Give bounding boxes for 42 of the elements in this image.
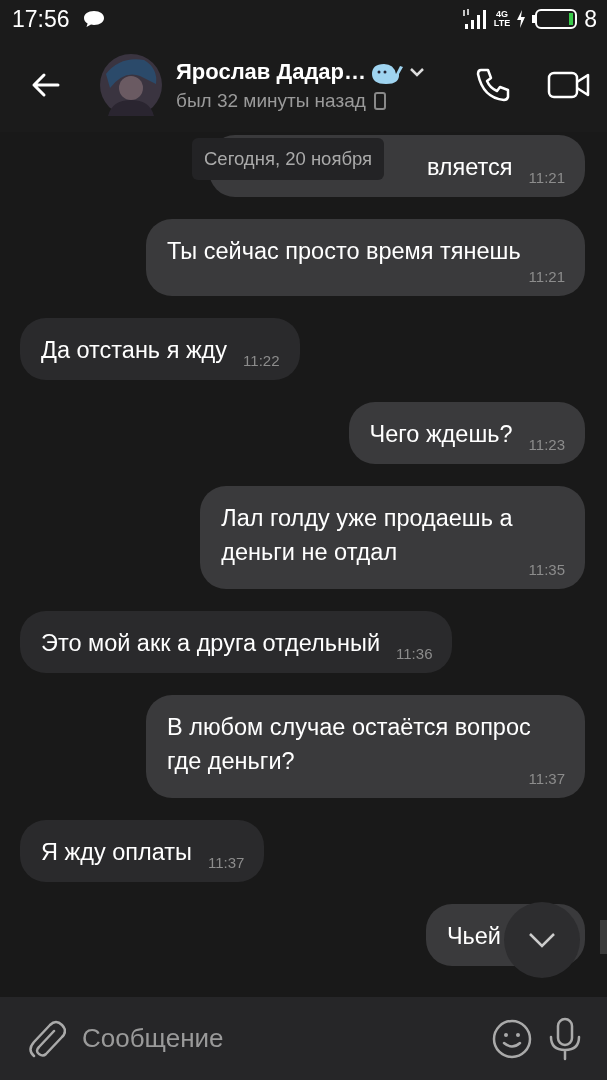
emoji-icon[interactable] bbox=[491, 1017, 533, 1060]
network-type: 4G bbox=[496, 10, 509, 19]
clock: 17:56 bbox=[12, 5, 70, 33]
message-bubble[interactable]: Да отстань я жду 11:22 bbox=[20, 318, 300, 380]
message-text: Да отстань я жду bbox=[41, 336, 228, 365]
chevron-down-icon bbox=[527, 931, 557, 949]
battery-percent: 8 bbox=[584, 5, 597, 33]
message-bubble[interactable]: Лал голду уже продаешь а деньги не отдал 11:35 bbox=[200, 486, 585, 589]
battery-icon bbox=[532, 8, 579, 30]
message-text: Это мой акк а друга отдельный bbox=[41, 629, 381, 658]
network-type: LTE bbox=[493, 19, 511, 28]
message-time: 11:21 bbox=[527, 169, 565, 186]
message-text: Лал голду уже продаешь а деньги не отдал bbox=[221, 504, 513, 567]
message-time: 11:23 bbox=[527, 436, 565, 453]
microphone-icon[interactable] bbox=[547, 1016, 583, 1061]
chat-bubble-icon bbox=[81, 9, 106, 29]
message-input-bar[interactable]: Сообщение bbox=[0, 997, 607, 1080]
contact-name[interactable]: Ярослав Дадар… bbox=[176, 59, 367, 85]
last-seen: был 32 минуты назад bbox=[176, 90, 366, 112]
message-time: 11:35 bbox=[527, 561, 565, 578]
scrollbar-thumb[interactable] bbox=[600, 920, 607, 954]
date-tooltip: Сегодня, 20 ноября bbox=[192, 138, 385, 180]
message-bubble[interactable]: В любом случае остаётся вопрос где деньги? 11:37 bbox=[146, 695, 585, 798]
avatar[interactable] bbox=[100, 54, 162, 116]
message-time: 11:21 bbox=[527, 268, 565, 285]
message-time: 11:36 bbox=[395, 645, 433, 662]
message-text: Чьей bbox=[446, 922, 501, 951]
message-bubble[interactable]: Ты сейчас просто время тянешь 11:21 bbox=[146, 219, 585, 296]
message-bubble[interactable]: Это мой акк а друга отдельный 11:36 bbox=[20, 611, 453, 673]
message-time: 11:22 bbox=[242, 352, 280, 369]
chevron-down-icon[interactable] bbox=[408, 65, 427, 79]
message-bubble[interactable]: Чего ждешь? 11:23 bbox=[348, 402, 585, 464]
message-time: 11:37 bbox=[206, 854, 245, 871]
message-input[interactable]: Сообщение bbox=[80, 1022, 477, 1055]
message-text: Чего ждешь? bbox=[369, 420, 513, 449]
phone-device-icon bbox=[373, 92, 386, 110]
message-text: Я жду оплаты bbox=[41, 838, 192, 867]
charging-icon bbox=[516, 10, 527, 28]
message-text: вляется bbox=[426, 153, 513, 182]
signal-icon bbox=[461, 8, 488, 30]
message-text: Ты сейчас просто время тянешь bbox=[167, 237, 521, 266]
message-bubble[interactable]: Я жду оплаты 11:37 bbox=[20, 820, 265, 882]
